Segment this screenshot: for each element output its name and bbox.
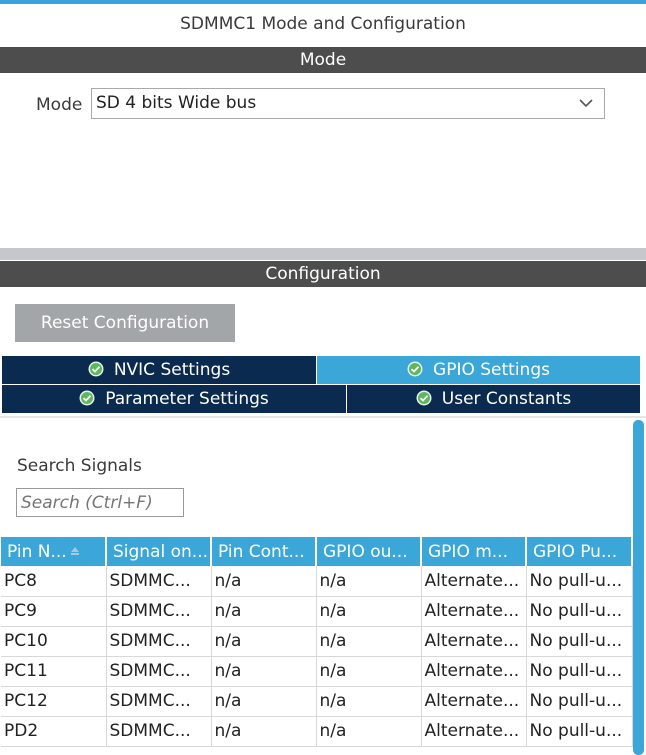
table-cell: n/a — [316, 716, 422, 747]
table-cell: n/a — [316, 566, 422, 597]
table-cell: Alternate... — [421, 566, 527, 597]
table-cell: PC10 — [1, 626, 107, 657]
top-accent-line — [0, 0, 646, 4]
check-circle-icon — [407, 361, 423, 377]
search-signals-input[interactable] — [16, 488, 184, 517]
check-circle-icon — [79, 390, 95, 406]
column-header-gpio-mode[interactable]: GPIO m... — [421, 537, 527, 566]
table-cell: n/a — [211, 686, 317, 717]
table-cell: n/a — [316, 626, 422, 657]
tab-nvic-settings[interactable]: NVIC Settings — [2, 356, 316, 384]
column-header-gpio-pull[interactable]: GPIO Pu... — [526, 537, 633, 566]
table-cell: SDMMC... — [106, 716, 212, 747]
table-cell: n/a — [211, 596, 317, 627]
table-row[interactable]: PD2 SDMMC... n/a n/a Alternate... No pul… — [1, 716, 633, 747]
check-circle-icon — [88, 361, 104, 377]
reset-configuration-button[interactable]: Reset Configuration — [15, 304, 235, 342]
table-cell: n/a — [211, 566, 317, 597]
table-row[interactable]: PC11 SDMMC... n/a n/a Alternate... No pu… — [1, 656, 633, 687]
table-cell: No pull-u... — [526, 566, 633, 597]
tab-label: Parameter Settings — [105, 389, 269, 409]
table-row[interactable]: PC12 SDMMC... n/a n/a Alternate... No pu… — [1, 686, 633, 717]
panel-title: SDMMC1 Mode and Configuration — [180, 14, 466, 34]
tab-content-divider — [0, 416, 646, 418]
table-row[interactable]: PC10 SDMMC... n/a n/a Alternate... No pu… — [1, 626, 633, 657]
table-cell: SDMMC... — [106, 566, 212, 597]
table-row[interactable]: PC9 SDMMC... n/a n/a Alternate... No pul… — [1, 596, 633, 627]
gpio-signals-table: Pin N... Signal on... Pin Cont... GPIO o… — [1, 537, 633, 747]
mode-section-header: Mode — [0, 47, 646, 73]
table-cell: n/a — [316, 596, 422, 627]
table-cell: PC12 — [1, 686, 107, 717]
search-signals-label: Search Signals — [17, 456, 142, 476]
tab-user-constants[interactable]: User Constants — [347, 385, 640, 413]
tab-label: GPIO Settings — [433, 360, 550, 380]
table-cell: No pull-u... — [526, 596, 633, 627]
mode-label: Mode — [36, 95, 83, 115]
table-cell: No pull-u... — [526, 716, 633, 747]
tab-gpio-settings[interactable]: GPIO Settings — [317, 356, 640, 384]
table-cell: n/a — [316, 656, 422, 687]
table-cell: n/a — [211, 716, 317, 747]
tab-label: NVIC Settings — [113, 360, 231, 380]
table-cell: Alternate... — [421, 596, 527, 627]
check-circle-icon — [416, 390, 432, 406]
tab-label: User Constants — [441, 389, 572, 409]
section-divider — [0, 248, 646, 260]
table-cell: SDMMC... — [106, 596, 212, 627]
vertical-scrollbar[interactable] — [633, 420, 644, 755]
table-row[interactable]: PC8 SDMMC... n/a n/a Alternate... No pul… — [1, 566, 633, 597]
column-header-signal[interactable]: Signal on... — [106, 537, 212, 566]
column-header-pin-context[interactable]: Pin Cont... — [211, 537, 317, 566]
tab-parameter-settings[interactable]: Parameter Settings — [2, 385, 346, 413]
table-cell: Alternate... — [421, 626, 527, 657]
column-header-pin-name[interactable]: Pin N... — [1, 537, 107, 566]
table-cell: n/a — [211, 626, 317, 657]
table-cell: PD2 — [1, 716, 107, 747]
table-cell: Alternate... — [421, 656, 527, 687]
table-cell: SDMMC... — [106, 656, 212, 687]
table-cell: No pull-u... — [526, 626, 633, 657]
column-header-gpio-output[interactable]: GPIO ou... — [316, 537, 422, 566]
table-cell: SDMMC... — [106, 686, 212, 717]
table-cell: n/a — [211, 656, 317, 687]
configuration-section-header: Configuration — [0, 261, 646, 287]
mode-dropdown[interactable]: SD 4 bits Wide bus — [91, 88, 605, 119]
table-cell: Alternate... — [421, 686, 527, 717]
sort-arrow-icon — [70, 546, 79, 555]
table-header-row: Pin N... Signal on... Pin Cont... GPIO o… — [1, 537, 633, 566]
table-cell: n/a — [316, 686, 422, 717]
table-cell: No pull-u... — [526, 656, 633, 687]
table-cell: No pull-u... — [526, 686, 633, 717]
table-cell: PC9 — [1, 596, 107, 627]
mode-selected-value: SD 4 bits Wide bus — [96, 93, 257, 113]
chevron-down-icon — [579, 99, 593, 108]
table-cell: PC8 — [1, 566, 107, 597]
table-cell: SDMMC... — [106, 626, 212, 657]
table-cell: Alternate... — [421, 716, 527, 747]
table-cell: PC11 — [1, 656, 107, 687]
